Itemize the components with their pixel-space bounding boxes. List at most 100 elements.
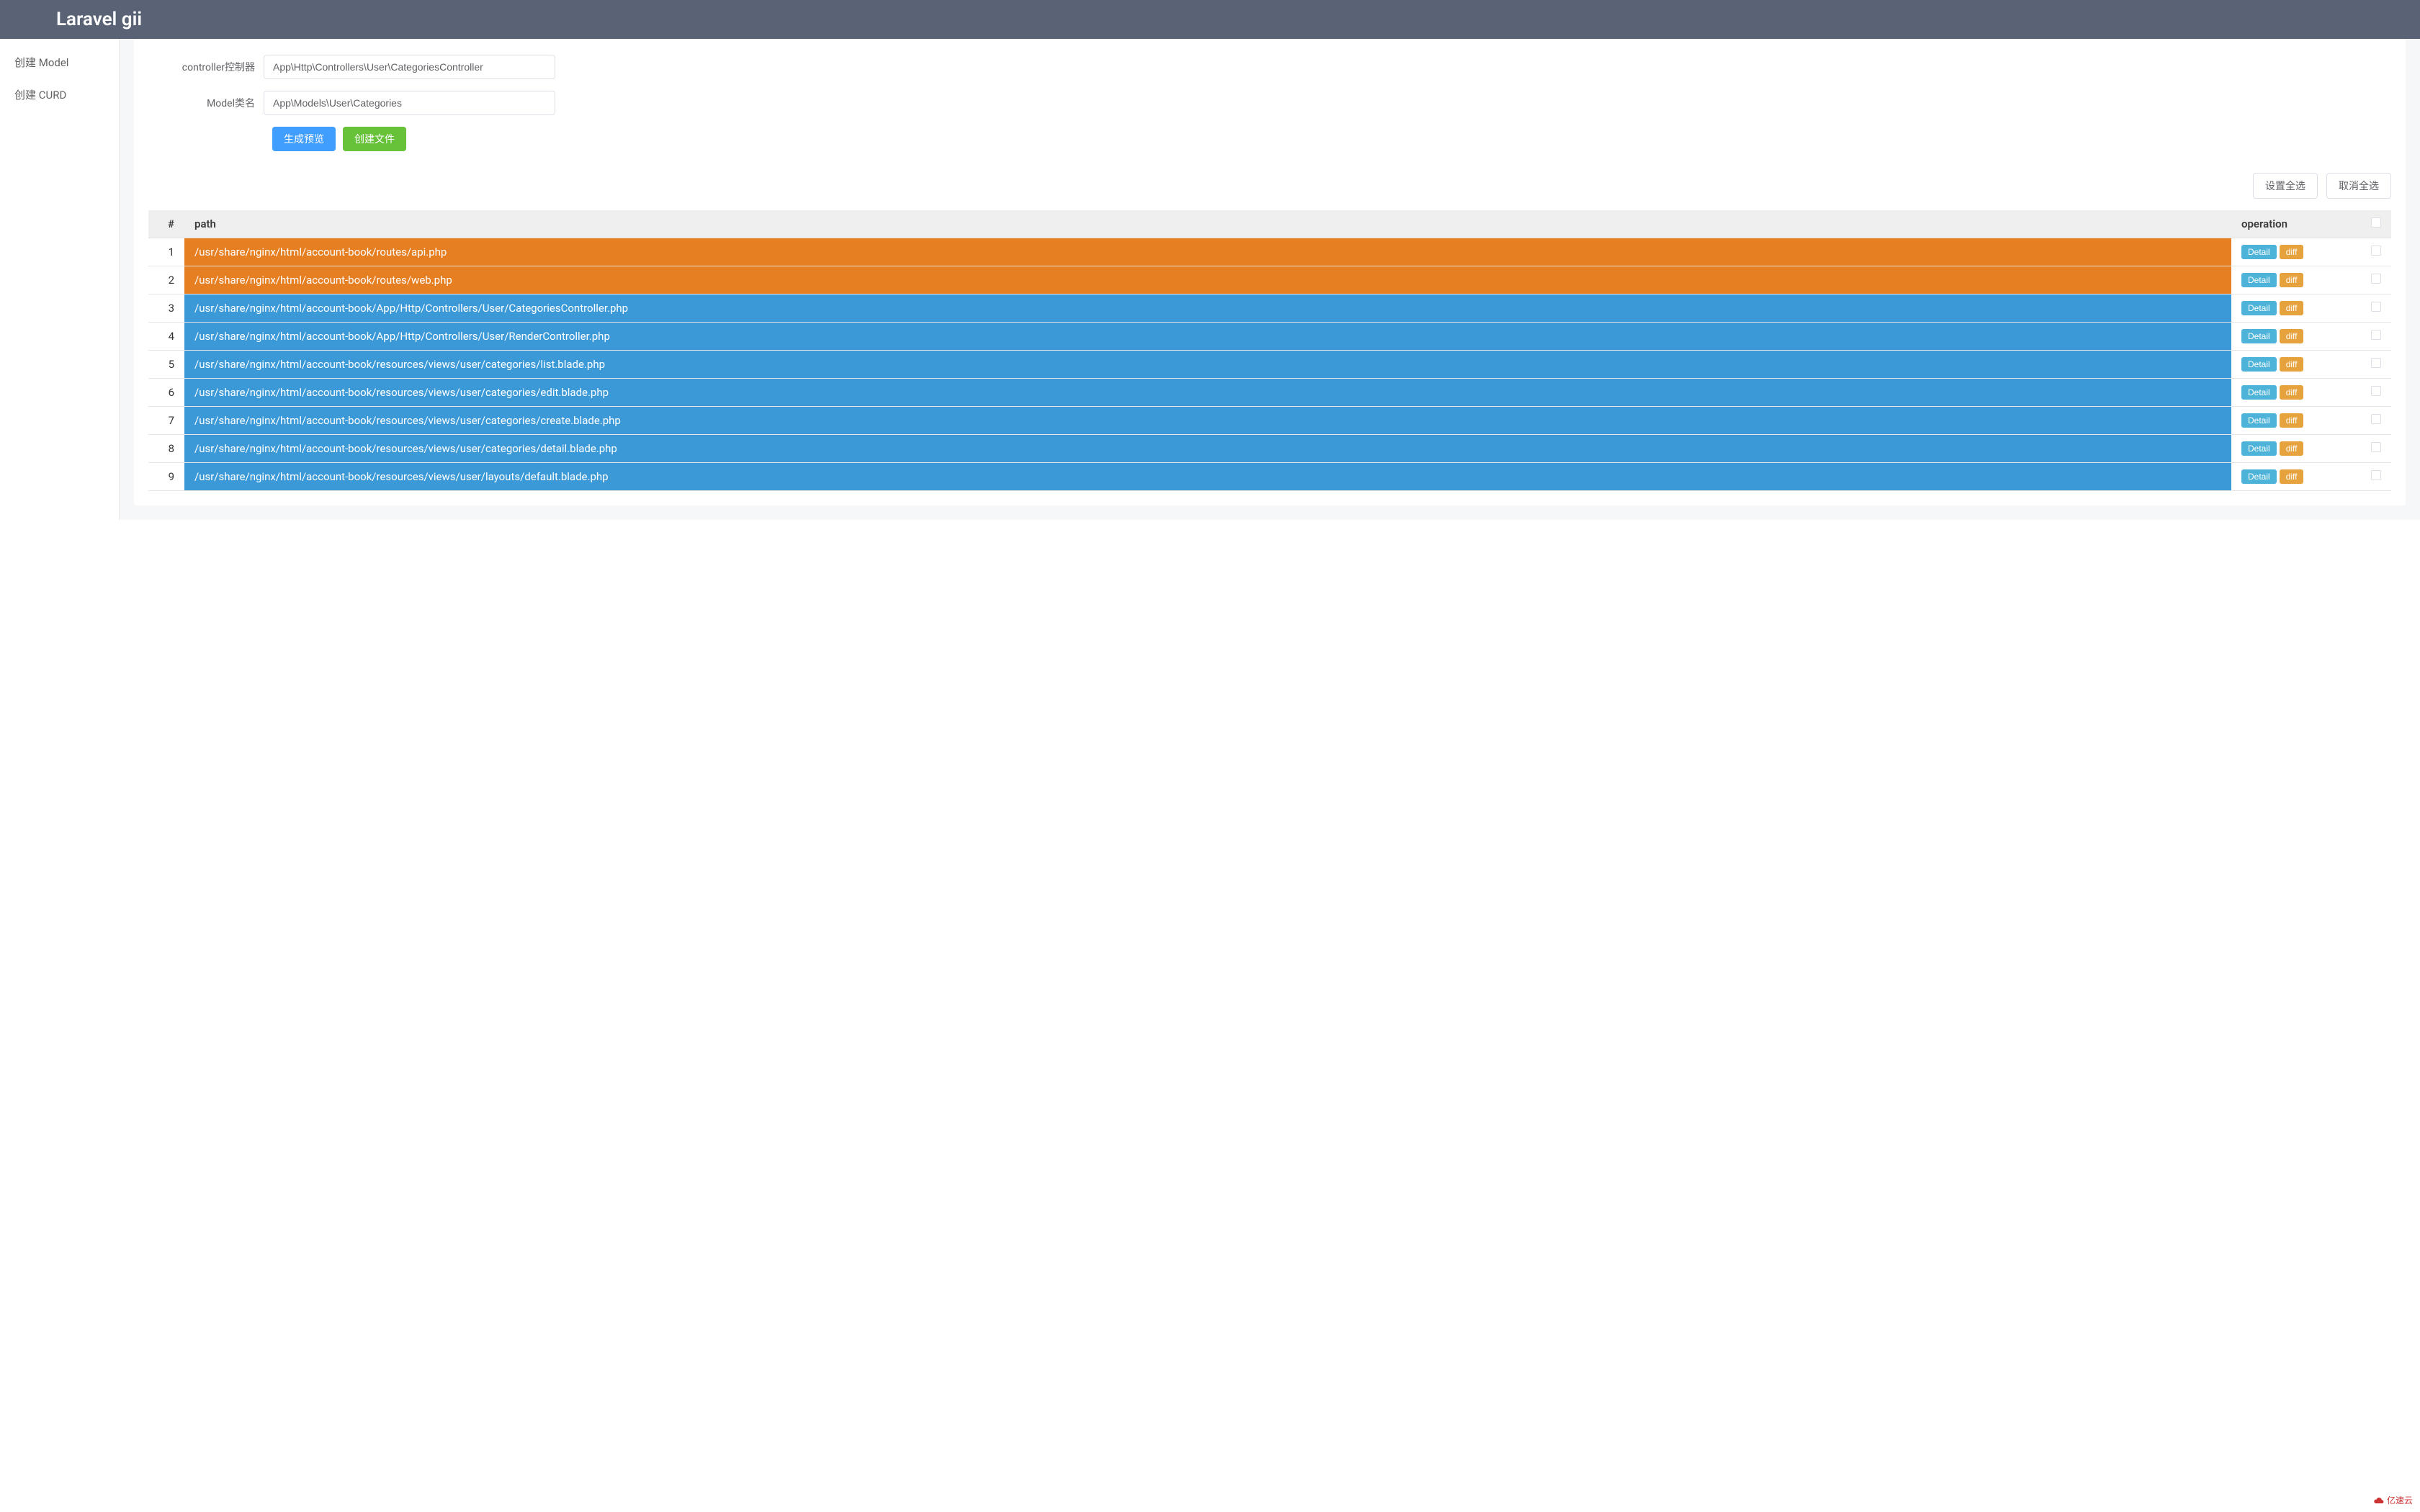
- th-num: #: [148, 210, 184, 238]
- watermark-text: 亿速云: [2387, 1494, 2413, 1506]
- detail-button[interactable]: Detail: [2241, 385, 2277, 400]
- content-card: controller控制器 Model类名 生成预览 创建文件 设置全选 取消全…: [134, 39, 2406, 505]
- controller-input[interactable]: [264, 55, 555, 79]
- cell-num: 5: [148, 351, 184, 379]
- th-check: [2361, 210, 2391, 238]
- diff-button[interactable]: diff: [2280, 273, 2304, 287]
- cell-path: /usr/share/nginx/html/account-book/resou…: [184, 463, 2231, 491]
- cell-operation: Detaildiff: [2231, 463, 2361, 491]
- cell-operation: Detaildiff: [2231, 266, 2361, 294]
- cell-num: 6: [148, 379, 184, 407]
- table-row: 3/usr/share/nginx/html/account-book/App/…: [148, 294, 2391, 323]
- cell-operation: Detaildiff: [2231, 379, 2361, 407]
- detail-button[interactable]: Detail: [2241, 413, 2277, 428]
- cell-operation: Detaildiff: [2231, 238, 2361, 266]
- cell-check: [2361, 294, 2391, 323]
- diff-button[interactable]: diff: [2280, 245, 2304, 259]
- cell-check: [2361, 379, 2391, 407]
- row-checkbox[interactable]: [2371, 330, 2381, 340]
- files-table: # path operation 1/usr/share/nginx/html/…: [148, 210, 2391, 491]
- cell-operation: Detaildiff: [2231, 323, 2361, 351]
- row-checkbox[interactable]: [2371, 246, 2381, 256]
- diff-button[interactable]: diff: [2280, 385, 2304, 400]
- detail-button[interactable]: Detail: [2241, 245, 2277, 259]
- header-checkbox[interactable]: [2371, 217, 2381, 228]
- cell-operation: Detaildiff: [2231, 351, 2361, 379]
- model-label: Model类名: [148, 96, 264, 110]
- cell-num: 4: [148, 323, 184, 351]
- create-button[interactable]: 创建文件: [343, 127, 406, 151]
- table-row: 6/usr/share/nginx/html/account-book/reso…: [148, 379, 2391, 407]
- detail-button[interactable]: Detail: [2241, 469, 2277, 484]
- app-title: Laravel gii: [56, 9, 142, 30]
- detail-button[interactable]: Detail: [2241, 329, 2277, 343]
- sidebar-item-create-curd[interactable]: 创建 CURD: [0, 78, 119, 111]
- row-checkbox[interactable]: [2371, 274, 2381, 284]
- th-path: path: [184, 210, 2231, 238]
- cell-path: /usr/share/nginx/html/account-book/App/H…: [184, 323, 2231, 351]
- table-row: 9/usr/share/nginx/html/account-book/reso…: [148, 463, 2391, 491]
- sidebar-item-label: 创建 CURD: [14, 89, 66, 102]
- cell-check: [2361, 351, 2391, 379]
- cell-num: 1: [148, 238, 184, 266]
- cell-check: [2361, 407, 2391, 435]
- cell-path: /usr/share/nginx/html/account-book/resou…: [184, 435, 2231, 463]
- row-checkbox[interactable]: [2371, 470, 2381, 480]
- cell-num: 8: [148, 435, 184, 463]
- cell-path: /usr/share/nginx/html/account-book/resou…: [184, 379, 2231, 407]
- th-operation: operation: [2231, 210, 2361, 238]
- cell-num: 9: [148, 463, 184, 491]
- cell-num: 7: [148, 407, 184, 435]
- sidebar: 创建 Model 创建 CURD: [0, 39, 120, 520]
- form-buttons: 生成预览 创建文件: [148, 127, 2391, 151]
- table-top-actions: 设置全选 取消全选: [148, 173, 2391, 199]
- cell-check: [2361, 435, 2391, 463]
- cell-path: /usr/share/nginx/html/account-book/resou…: [184, 407, 2231, 435]
- cell-operation: Detaildiff: [2231, 407, 2361, 435]
- main-container: 创建 Model 创建 CURD controller控制器 Model类名 生…: [0, 39, 2420, 520]
- sidebar-item-label: 创建 Model: [14, 56, 68, 69]
- cell-path: /usr/share/nginx/html/account-book/route…: [184, 266, 2231, 294]
- cell-path: /usr/share/nginx/html/account-book/App/H…: [184, 294, 2231, 323]
- table-row: 2/usr/share/nginx/html/account-book/rout…: [148, 266, 2391, 294]
- cell-check: [2361, 238, 2391, 266]
- diff-button[interactable]: diff: [2280, 301, 2304, 315]
- cloud-icon: [2373, 1495, 2385, 1506]
- detail-button[interactable]: Detail: [2241, 273, 2277, 287]
- row-checkbox[interactable]: [2371, 386, 2381, 396]
- cell-path: /usr/share/nginx/html/account-book/resou…: [184, 351, 2231, 379]
- main-content: controller控制器 Model类名 生成预览 创建文件 设置全选 取消全…: [120, 39, 2420, 520]
- deselect-all-button[interactable]: 取消全选: [2326, 173, 2391, 199]
- diff-button[interactable]: diff: [2280, 413, 2304, 428]
- app-header: Laravel gii: [0, 0, 2420, 39]
- table-row: 5/usr/share/nginx/html/account-book/reso…: [148, 351, 2391, 379]
- cell-check: [2361, 323, 2391, 351]
- cell-operation: Detaildiff: [2231, 294, 2361, 323]
- watermark: 亿速云: [2373, 1494, 2413, 1506]
- cell-num: 3: [148, 294, 184, 323]
- diff-button[interactable]: diff: [2280, 469, 2304, 484]
- files-tbody: 1/usr/share/nginx/html/account-book/rout…: [148, 238, 2391, 491]
- select-all-button[interactable]: 设置全选: [2253, 173, 2318, 199]
- table-row: 7/usr/share/nginx/html/account-book/reso…: [148, 407, 2391, 435]
- table-row: 8/usr/share/nginx/html/account-book/reso…: [148, 435, 2391, 463]
- diff-button[interactable]: diff: [2280, 357, 2304, 372]
- table-row: 4/usr/share/nginx/html/account-book/App/…: [148, 323, 2391, 351]
- model-input[interactable]: [264, 91, 555, 115]
- diff-button[interactable]: diff: [2280, 441, 2304, 456]
- controller-label: controller控制器: [148, 60, 264, 74]
- row-checkbox[interactable]: [2371, 302, 2381, 312]
- table-row: 1/usr/share/nginx/html/account-book/rout…: [148, 238, 2391, 266]
- detail-button[interactable]: Detail: [2241, 441, 2277, 456]
- cell-check: [2361, 463, 2391, 491]
- row-checkbox[interactable]: [2371, 442, 2381, 452]
- row-checkbox[interactable]: [2371, 358, 2381, 368]
- row-checkbox[interactable]: [2371, 414, 2381, 424]
- cell-check: [2361, 266, 2391, 294]
- diff-button[interactable]: diff: [2280, 329, 2304, 343]
- preview-button[interactable]: 生成预览: [272, 127, 336, 151]
- sidebar-item-create-model[interactable]: 创建 Model: [0, 46, 119, 78]
- detail-button[interactable]: Detail: [2241, 357, 2277, 372]
- detail-button[interactable]: Detail: [2241, 301, 2277, 315]
- cell-path: /usr/share/nginx/html/account-book/route…: [184, 238, 2231, 266]
